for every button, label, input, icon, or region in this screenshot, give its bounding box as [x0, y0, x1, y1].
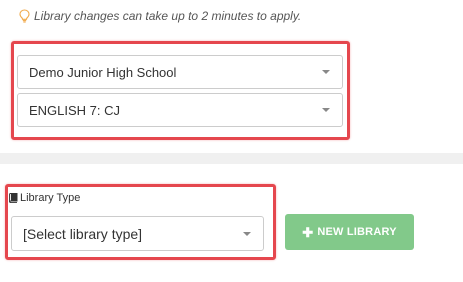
plus-icon: ✚	[302, 224, 314, 240]
library-notice: Library changes can take up to 2 minutes…	[19, 9, 301, 23]
lightbulb-icon	[19, 9, 30, 23]
book-icon	[9, 193, 18, 203]
notice-text: Library changes can take up to 2 minutes…	[34, 9, 302, 23]
school-select[interactable]: Demo Junior High School	[17, 55, 343, 89]
chevron-down-icon	[322, 108, 330, 112]
library-type-select-value: [Select library type]	[23, 225, 143, 242]
new-library-button[interactable]: ✚ NEW LIBRARY	[285, 214, 414, 250]
class-select[interactable]: ENGLISH 7: CJ	[17, 93, 343, 127]
chevron-down-icon	[243, 231, 251, 236]
class-select-value: ENGLISH 7: CJ	[29, 102, 121, 118]
library-type-label-text: Library Type	[20, 192, 81, 204]
new-library-label: NEW LIBRARY	[317, 226, 397, 238]
library-type-select[interactable]: [Select library type]	[11, 216, 264, 251]
school-select-value: Demo Junior High School	[29, 64, 177, 80]
chevron-down-icon	[322, 70, 330, 74]
section-divider	[0, 153, 463, 164]
page: Library changes can take up to 2 minutes…	[0, 0, 463, 282]
library-type-label: Library Type	[9, 192, 80, 204]
